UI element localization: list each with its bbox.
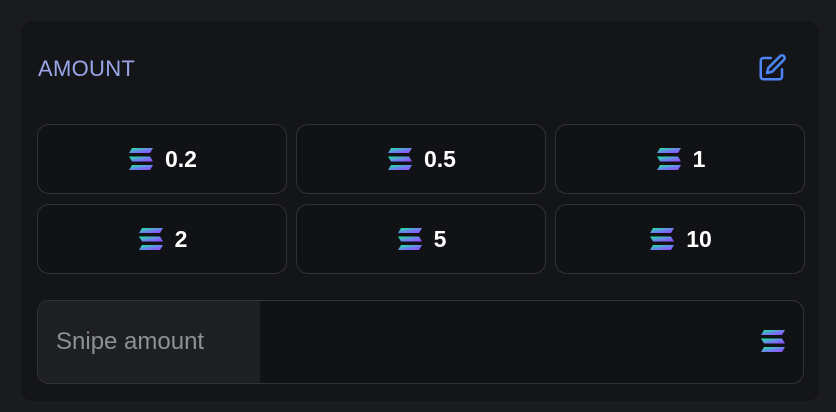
solana-icon [396,227,424,251]
preset-amount-value: 0.2 [165,145,197,172]
solana-icon [759,329,787,353]
preset-amount-button[interactable]: 10 [555,204,805,274]
solana-icon [137,227,165,251]
solana-icon [127,147,155,171]
snipe-amount-input[interactable] [260,301,740,383]
solana-icon [655,147,683,171]
preset-amount-value: 10 [686,225,712,252]
edit-icon [759,54,786,81]
preset-amount-value: 1 [692,145,706,172]
preset-amount-button[interactable]: 0.5 [296,124,546,194]
preset-amount-value: 2 [174,225,188,252]
edit-amounts-button[interactable] [754,50,790,86]
preset-amount-value: 5 [433,225,447,252]
solana-icon [386,147,414,171]
preset-amount-button[interactable]: 2 [37,204,287,274]
snipe-amount-label-cell: Snipe amount [38,301,260,383]
snipe-amount-field: Snipe amount [37,300,804,384]
snipe-amount-label: Snipe amount [56,328,205,355]
preset-amount-button[interactable]: 1 [555,124,805,194]
amount-section-title: AMOUNT [38,56,136,81]
preset-amount-button[interactable]: 0.2 [37,124,287,194]
preset-amount-value: 0.5 [424,145,456,172]
preset-amount-grid: 0.2 0.5 1 2 5 10 [37,124,805,274]
preset-amount-button[interactable]: 5 [296,204,546,274]
solana-icon [648,227,676,251]
